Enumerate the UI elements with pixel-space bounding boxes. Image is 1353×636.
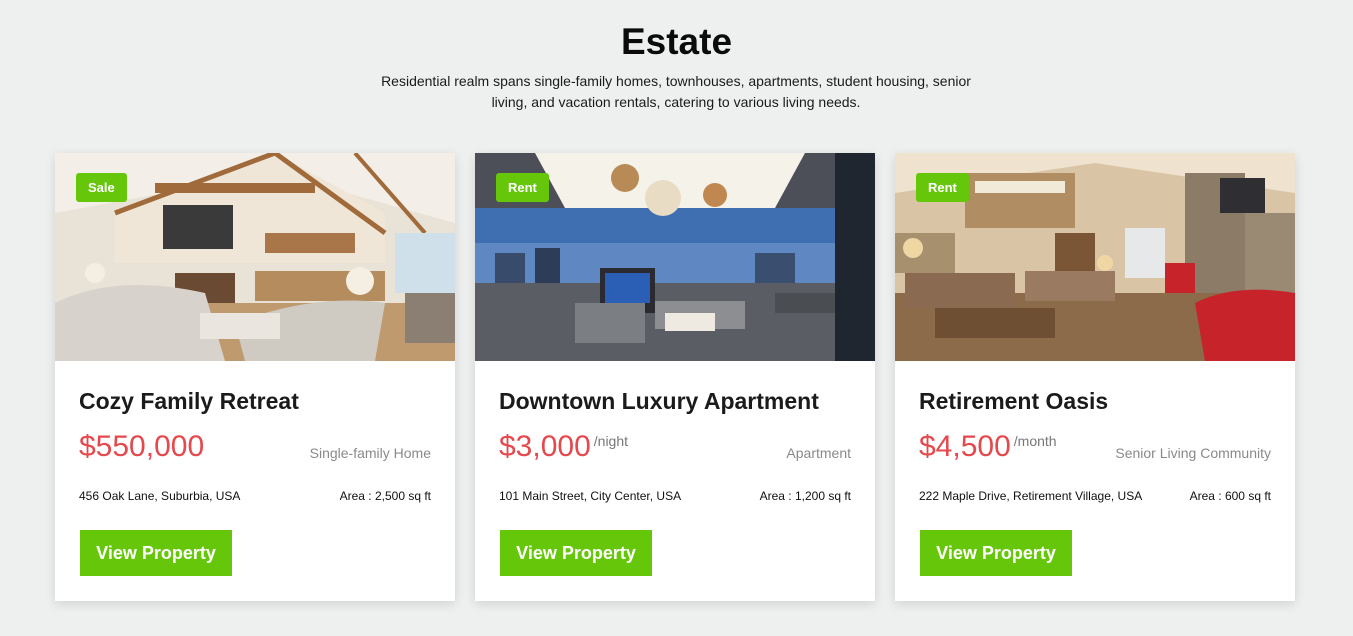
property-card: Rent Retirement Oasis $4,500/month Senio… [895,153,1295,601]
penthouse-lounge-photo[interactable]: Rent [475,153,875,361]
property-area: Area : 1,200 sq ft [759,489,851,503]
view-property-button[interactable]: View Property [500,530,652,576]
price-row: $4,500/month Senior Living Community [919,427,1271,467]
property-price: $3,000 [499,430,591,463]
property-type: Single-family Home [309,445,431,461]
estate-section: Estate Residential realm spans single-fa… [0,0,1353,636]
property-address: 101 Main Street, City Center, USA [499,489,682,503]
page-title: Estate [620,21,733,62]
property-price: $550,000 [79,430,205,463]
property-price: $4,500 [919,430,1011,463]
listing-badge: Sale [76,173,127,202]
price-unit: /night [593,433,629,449]
property-card: Sale Cozy Family Retreat $550,000 Single… [55,153,455,601]
view-property-button[interactable]: View Property [80,530,232,576]
lodge-great-room-photo[interactable]: Rent [895,153,1295,361]
property-card-list: Sale Cozy Family Retreat $550,000 Single… [55,153,1295,601]
property-address: 222 Maple Drive, Retirement Village, USA [919,489,1143,503]
price-row: $550,000 Single-family Home [79,427,431,467]
listing-badge: Rent [496,173,549,202]
living-room-photo[interactable]: Sale [55,153,455,361]
price-row: $3,000/night Apartment [499,427,851,467]
property-title: Retirement Oasis [919,388,1109,414]
property-area: Area : 2,500 sq ft [339,489,431,503]
property-card: Rent Downtown Luxury Apartment $3,000/ni… [475,153,875,601]
price-unit: /month [1013,433,1057,449]
property-address: 456 Oak Lane, Suburbia, USA [79,489,241,503]
property-area: Area : 600 sq ft [1189,489,1271,503]
property-title: Downtown Luxury Apartment [499,388,819,414]
property-type: Senior Living Community [1115,445,1271,461]
property-type: Apartment [786,445,851,461]
listing-badge: Rent [916,173,969,202]
view-property-button[interactable]: View Property [920,530,1072,576]
page-subtitle: Residential realm spans single-family ho… [381,73,971,110]
property-title: Cozy Family Retreat [79,388,299,414]
